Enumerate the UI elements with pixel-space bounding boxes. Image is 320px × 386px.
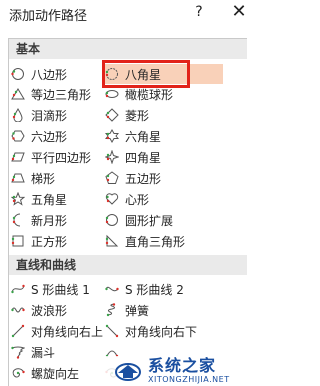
right-triangle-icon	[105, 234, 119, 247]
hexagon-icon	[11, 130, 25, 142]
site-watermark: 系统之家 XITONGZHIJIA.NET	[100, 356, 258, 386]
diagonal-down-right-icon	[105, 324, 119, 338]
heart-icon	[105, 193, 119, 205]
diamond-icon	[105, 108, 119, 122]
path-item-s-curve-2[interactable]: S 形曲线 2	[105, 279, 223, 299]
path-item-diamond[interactable]: 菱形	[105, 105, 223, 125]
list-scrollbar[interactable]	[247, 38, 255, 386]
pentagon-icon	[105, 171, 119, 184]
five-point-star-icon	[11, 192, 25, 206]
path-item-spring[interactable]: 弹簧	[105, 300, 223, 320]
section-header-lines-curves: 直线和曲线	[9, 255, 247, 275]
six-point-star-icon	[105, 129, 119, 143]
circle-icon	[105, 214, 118, 226]
motion-path-list: 基本 八边形 八角星 等边三角形 橄榄球形 泪滴形 菱形 六边形 六角星 平行四…	[8, 38, 248, 386]
trapezoid-icon	[11, 173, 25, 183]
path-item-four-point-star[interactable]: 四角星	[105, 147, 223, 167]
path-item-diagonal-down-right[interactable]: 对角线向右下	[105, 321, 223, 341]
s-curve-1-icon	[11, 284, 25, 294]
equilateral-triangle-icon	[11, 88, 25, 100]
teardrop-icon	[12, 108, 23, 122]
path-item-circle[interactable]: 圆形扩展	[105, 210, 223, 230]
four-point-star-icon	[105, 150, 119, 164]
close-button[interactable]: ✕	[228, 2, 250, 22]
eight-point-star-icon	[105, 68, 118, 80]
funnel-icon	[11, 346, 25, 359]
spring-icon	[106, 303, 116, 317]
section-header-basic: 基本	[9, 39, 247, 59]
path-item-pentagon[interactable]: 五边形	[105, 168, 223, 188]
square-icon	[11, 235, 24, 247]
path-item-six-point-star[interactable]: 六角星	[105, 126, 223, 146]
spiral-left-icon	[12, 368, 25, 378]
diagonal-up-right-icon	[11, 324, 25, 338]
crescent-icon	[12, 213, 21, 227]
watermark-title: 系统之家	[148, 356, 217, 375]
dialog-title: 添加动作路径	[9, 9, 88, 24]
parallelogram-icon	[11, 152, 25, 162]
help-button[interactable]: ?	[191, 3, 207, 21]
wave-icon	[11, 307, 25, 313]
title-bar: 添加动作路径 ? ✕	[0, 0, 258, 28]
watermark-logo-icon	[115, 363, 141, 381]
watermark-url: XITONGZHIJIA.NET	[148, 375, 230, 384]
path-item-eight-point-star[interactable]: 八角星	[105, 64, 223, 84]
path-item-football[interactable]: 橄榄球形	[105, 84, 223, 104]
path-item-right-triangle[interactable]: 直角三角形	[105, 231, 223, 251]
s-curve-2-icon	[105, 286, 119, 292]
path-item-heart[interactable]: 心形	[105, 189, 223, 209]
football-icon	[105, 90, 119, 98]
octagon-icon	[11, 68, 24, 80]
